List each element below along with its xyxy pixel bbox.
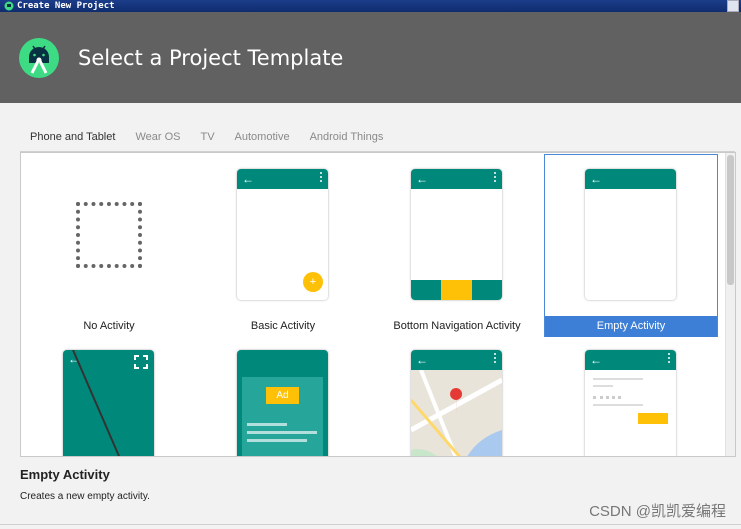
ad-text-line — [247, 431, 317, 434]
app-bar: ← — [585, 169, 676, 189]
window-titlebar: Create New Project — [0, 0, 741, 12]
phone-preview: ← — [411, 350, 502, 456]
back-arrow-icon: ← — [590, 172, 602, 186]
window-control-button[interactable] — [727, 0, 739, 12]
template-card-login-activity[interactable]: ← — [544, 337, 718, 456]
template-description: Empty Activity Creates a new empty activ… — [20, 460, 720, 502]
template-card-empty-activity[interactable]: ← Empty Activity — [544, 154, 718, 337]
back-arrow-icon: ← — [416, 172, 428, 186]
login-button-preview — [638, 413, 668, 424]
description-title: Empty Activity — [20, 467, 110, 482]
template-card-no-activity[interactable]: No Activity — [22, 154, 196, 337]
wizard-header: Select a Project Template — [0, 12, 741, 103]
map-preview-graphic — [411, 370, 502, 456]
app-bar: ← — [411, 350, 502, 370]
phone-preview: ← — [411, 169, 502, 300]
scrollbar-thumb[interactable] — [727, 155, 734, 285]
overflow-menu-icon — [494, 353, 496, 363]
ad-container: Ad — [242, 377, 323, 456]
fab-add-icon: + — [303, 272, 323, 292]
window-title: Create New Project — [17, 1, 115, 11]
template-label: Basic Activity — [250, 320, 316, 332]
phone-preview: ← — [585, 169, 676, 300]
back-arrow-icon: ← — [242, 172, 254, 186]
template-gallery: No Activity ← + Basic Activity ← Bottom … — [20, 152, 736, 457]
form-hint-line — [593, 385, 613, 387]
footer-divider — [0, 524, 741, 525]
android-studio-logo-icon — [19, 37, 59, 78]
template-card-admob-ads-activity[interactable]: Ad — [196, 337, 370, 456]
tab-automotive[interactable]: Automotive — [225, 128, 300, 150]
watermark-text: CSDN @凯凯爱编程 — [589, 503, 726, 520]
overflow-menu-icon — [320, 172, 322, 182]
app-bar: ← — [585, 350, 676, 370]
overflow-menu-icon — [668, 353, 670, 363]
template-card-basic-activity[interactable]: ← + Basic Activity — [196, 154, 370, 337]
back-arrow-icon: ← — [416, 353, 428, 367]
ad-badge: Ad — [266, 387, 299, 404]
app-bar: ← — [411, 169, 502, 189]
ad-text-line — [247, 423, 287, 426]
tab-tv[interactable]: TV — [190, 128, 224, 150]
phone-preview: ← — [585, 350, 676, 456]
phone-preview: Ad — [237, 350, 328, 456]
template-card-bottom-navigation-activity[interactable]: ← Bottom Navigation Activity — [370, 154, 544, 337]
template-card-fullscreen-activity[interactable]: ← — [22, 337, 196, 456]
bottom-navigation-selected-item — [441, 280, 472, 300]
template-label: Empty Activity — [545, 316, 717, 337]
tab-phone-and-tablet[interactable]: Phone and Tablet — [20, 128, 126, 153]
gallery-scrollbar[interactable] — [725, 153, 735, 456]
tab-android-things[interactable]: Android Things — [300, 128, 394, 150]
app-bar: ← — [237, 169, 328, 189]
overflow-menu-icon — [494, 172, 496, 182]
phone-preview: ← — [63, 350, 154, 456]
no-activity-placeholder-icon — [76, 202, 142, 268]
ad-text-line — [247, 439, 307, 442]
password-field-line — [593, 404, 643, 406]
tab-wear-os[interactable]: Wear OS — [125, 128, 190, 150]
android-studio-icon — [4, 1, 14, 11]
template-label: Bottom Navigation Activity — [393, 320, 521, 332]
diagonal-line-graphic — [72, 350, 121, 456]
template-label: No Activity — [83, 320, 135, 332]
template-card-google-maps-activity[interactable]: ← — [370, 337, 544, 456]
phone-preview: ← + — [237, 169, 328, 300]
bottom-navigation-bar — [411, 280, 502, 300]
page-title: Select a Project Template — [78, 45, 344, 70]
device-tabs: Phone and Tablet Wear OS TV Automotive A… — [20, 128, 394, 153]
password-field-dots — [593, 396, 621, 399]
back-arrow-icon: ← — [590, 353, 602, 367]
username-field-line — [593, 378, 643, 380]
